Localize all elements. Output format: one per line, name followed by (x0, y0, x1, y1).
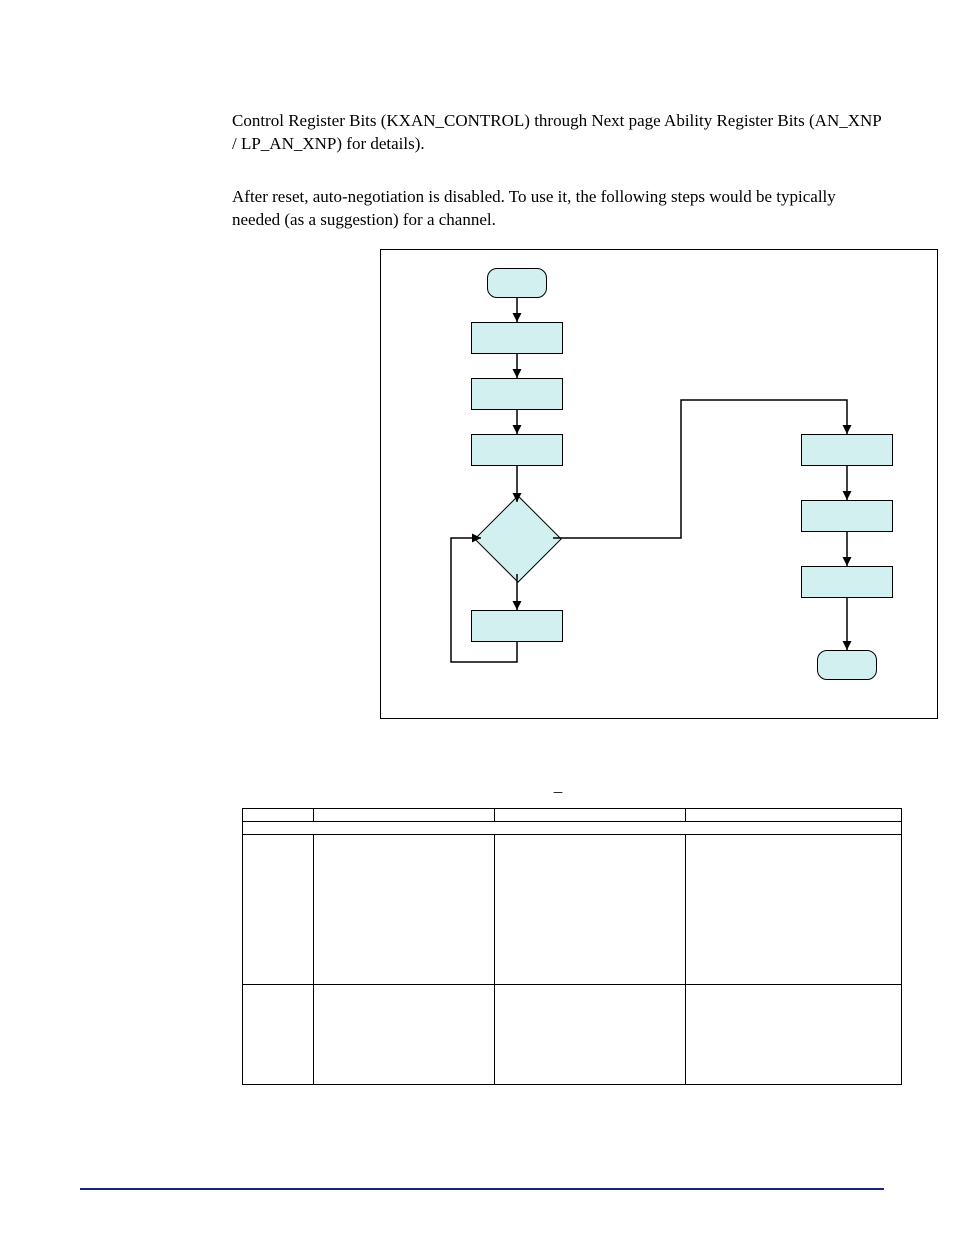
footer-rule (80, 1188, 884, 1191)
col-default (495, 808, 686, 821)
paragraph-1: Control Register Bits (KXAN_CONTROL) thr… (232, 110, 884, 156)
flowchart-figure (380, 249, 938, 719)
table-header-row (243, 808, 902, 821)
register-table (242, 808, 902, 1085)
flow-arrows (381, 250, 937, 718)
table-title: _ (232, 775, 884, 798)
col-desc (686, 808, 902, 821)
col-bit (243, 808, 314, 821)
table-row (243, 984, 902, 1084)
table-row (243, 834, 902, 984)
paragraph-2: After reset, auto-negotiation is disable… (232, 186, 884, 232)
col-name (314, 808, 495, 821)
